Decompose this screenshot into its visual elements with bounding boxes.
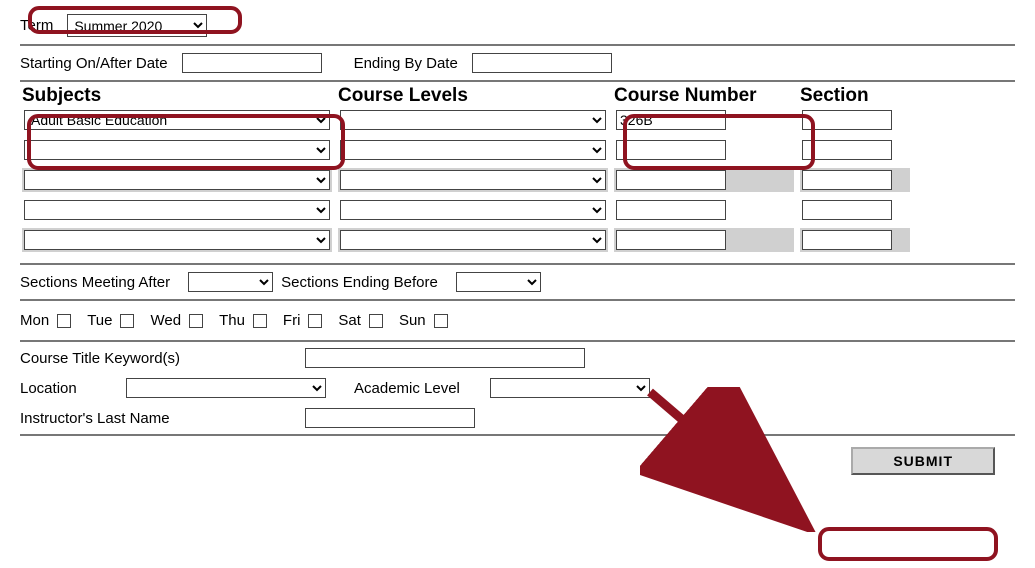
annotation-submit <box>818 527 998 561</box>
keyword-label: Course Title Keyword(s) <box>20 350 275 367</box>
day-label: Wed <box>150 312 181 329</box>
term-select[interactable]: Summer 2020 <box>67 14 207 37</box>
subject-select[interactable]: Adult Basic Education <box>24 110 330 130</box>
sections-after-select[interactable] <box>188 272 273 292</box>
day-item: Sun <box>399 312 448 329</box>
day-checkbox[interactable] <box>253 314 267 328</box>
grid-row: Adult Basic Education <box>20 108 1015 132</box>
day-label: Mon <box>20 312 49 329</box>
course-level-select[interactable] <box>340 140 606 160</box>
location-label: Location <box>20 380 96 397</box>
grid-row <box>20 228 1015 252</box>
section-input[interactable] <box>802 170 892 190</box>
day-label: Tue <box>87 312 112 329</box>
day-label: Thu <box>219 312 245 329</box>
course-level-select[interactable] <box>340 230 606 250</box>
keyword-input[interactable] <box>305 348 585 368</box>
academic-level-select[interactable] <box>490 378 650 398</box>
day-item: Tue <box>87 312 134 329</box>
course-number-input[interactable] <box>616 110 726 130</box>
header-course-number: Course Number <box>614 85 794 107</box>
sections-before-label: Sections Ending Before <box>281 274 438 291</box>
day-label: Sun <box>399 312 426 329</box>
instructor-label: Instructor's Last Name <box>20 410 275 427</box>
ending-date-label: Ending By Date <box>354 55 458 72</box>
day-checkbox[interactable] <box>57 314 71 328</box>
subject-select[interactable] <box>24 200 330 220</box>
starting-date-input[interactable] <box>182 53 322 73</box>
day-item: Sat <box>338 312 383 329</box>
course-number-input[interactable] <box>616 200 726 220</box>
course-number-input[interactable] <box>616 230 726 250</box>
course-number-input[interactable] <box>616 170 726 190</box>
sections-before-select[interactable] <box>456 272 541 292</box>
divider <box>20 80 1015 82</box>
header-section: Section <box>800 85 910 107</box>
day-checkbox[interactable] <box>120 314 134 328</box>
divider <box>20 299 1015 301</box>
day-checkbox[interactable] <box>189 314 203 328</box>
header-subjects: Subjects <box>22 85 332 107</box>
day-label: Fri <box>283 312 301 329</box>
grid-row <box>20 168 1015 192</box>
divider <box>20 340 1015 342</box>
section-input[interactable] <box>802 230 892 250</box>
day-label: Sat <box>338 312 361 329</box>
academic-level-label: Academic Level <box>354 380 460 397</box>
sections-after-label: Sections Meeting After <box>20 274 170 291</box>
subject-select[interactable] <box>24 170 330 190</box>
day-item: Wed <box>150 312 203 329</box>
divider <box>20 434 1015 436</box>
grid-row <box>20 138 1015 162</box>
subject-select[interactable] <box>24 230 330 250</box>
location-select[interactable] <box>126 378 326 398</box>
section-input[interactable] <box>802 110 892 130</box>
day-item: Thu <box>219 312 267 329</box>
submit-button[interactable]: SUBMIT <box>851 447 995 475</box>
instructor-input[interactable] <box>305 408 475 428</box>
course-level-select[interactable] <box>340 110 606 130</box>
course-level-select[interactable] <box>340 170 606 190</box>
day-checkbox[interactable] <box>434 314 448 328</box>
section-input[interactable] <box>802 140 892 160</box>
grid-row <box>20 198 1015 222</box>
term-label: Term <box>20 17 53 34</box>
day-checkbox[interactable] <box>369 314 383 328</box>
ending-date-input[interactable] <box>472 53 612 73</box>
course-number-input[interactable] <box>616 140 726 160</box>
day-checkbox[interactable] <box>308 314 322 328</box>
header-levels: Course Levels <box>338 85 608 107</box>
day-item: Mon <box>20 312 71 329</box>
days-row: Mon Tue Wed Thu Fri Sat Sun <box>20 302 1015 339</box>
grid-headers: Subjects Course Levels Course Number Sec… <box>20 85 1015 107</box>
day-item: Fri <box>283 312 323 329</box>
starting-date-label: Starting On/After Date <box>20 55 168 72</box>
section-input[interactable] <box>802 200 892 220</box>
subject-select[interactable] <box>24 140 330 160</box>
course-level-select[interactable] <box>340 200 606 220</box>
divider <box>20 263 1015 265</box>
divider <box>20 44 1015 46</box>
